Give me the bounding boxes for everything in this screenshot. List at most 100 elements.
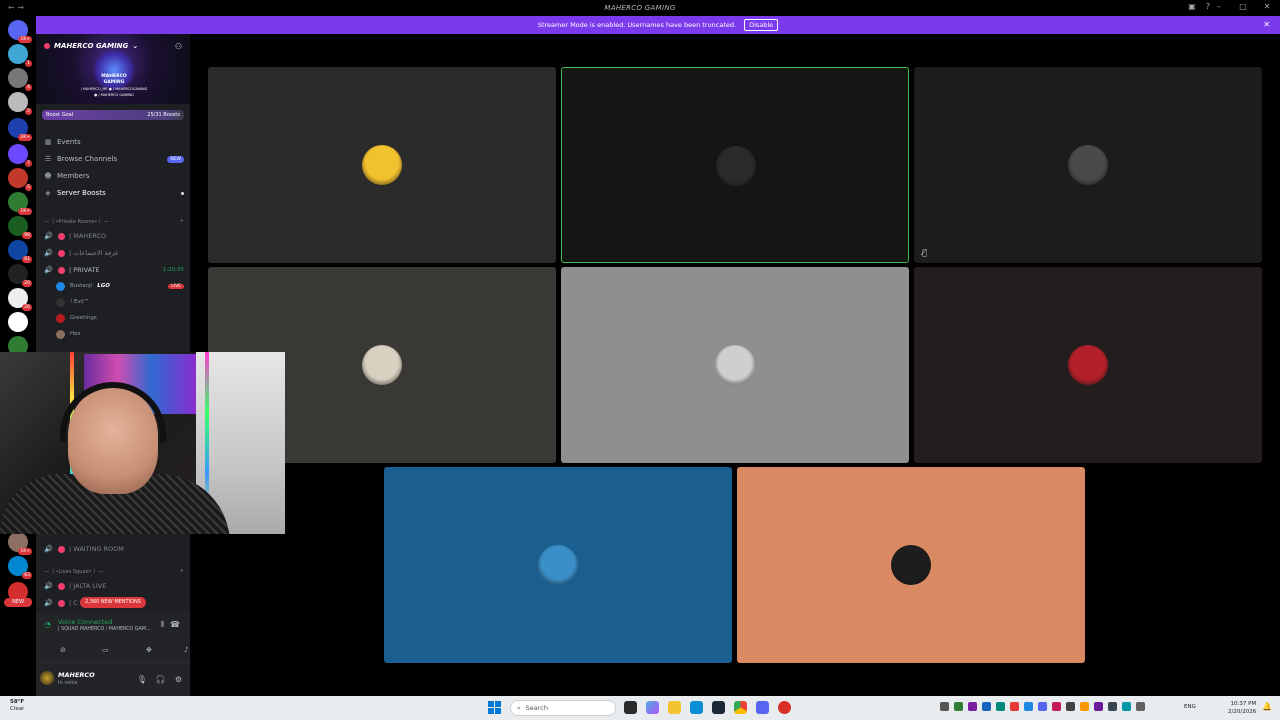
noise-suppression-icon[interactable]: ⫴ (161, 620, 164, 630)
edge-icon[interactable] (690, 701, 703, 714)
muted-mic-icon: 🎙̸ (922, 248, 927, 257)
server-badge: 61 (22, 256, 32, 263)
voice-member[interactable]: Hex (56, 328, 184, 340)
speaker-icon: 🔊 (44, 545, 53, 553)
channel-category[interactable]: —｛ •Private Rooms• ｝— · + (44, 218, 184, 225)
maximize-button[interactable]: □ (1236, 2, 1250, 11)
taskbar-clock[interactable]: 10:37 PM 2/20/2026 (1228, 700, 1256, 716)
screen-share-icon[interactable]: ▭ (102, 646, 109, 654)
copilot-icon[interactable] (646, 701, 659, 714)
help-icon[interactable]: ? (1206, 2, 1210, 11)
signal-icon[interactable]: ◔ (44, 620, 51, 629)
steam-icon[interactable] (712, 701, 725, 714)
taskbar-search[interactable]: ⌕ Search (510, 700, 616, 716)
tray-icon[interactable] (996, 702, 1005, 711)
headphones-icon[interactable]: 🎧 (156, 675, 166, 684)
participant-tile[interactable] (561, 267, 909, 463)
activities-icon[interactable]: ✥ (146, 646, 152, 654)
sidebar-item-events[interactable]: ▦ Events (44, 135, 184, 149)
tray-icon[interactable] (1136, 702, 1145, 711)
boost-goal-bar[interactable]: Boost Goal 25/31 Boosts (42, 110, 184, 120)
server-name-header[interactable]: MAHERCO GAMING ⌄ (44, 42, 138, 50)
server-icon[interactable]: 26 (8, 288, 32, 311)
participant-tile[interactable]: 🎙̸ (914, 67, 1262, 263)
participant-tile[interactable] (208, 67, 556, 263)
inbox-icon[interactable]: ▣ (1188, 2, 1196, 11)
voice-channel-path[interactable]: | SQUAD MAHERCO / MAHERCO GAM... (58, 627, 150, 632)
server-icon[interactable]: 61 (8, 240, 32, 263)
voice-channel[interactable]: 🔊 | MAHERCO (44, 230, 184, 242)
server-icon[interactable]: 7 (8, 144, 32, 167)
sidebar-item-members[interactable]: ☻ Members (44, 169, 184, 183)
tray-icon[interactable] (1010, 702, 1019, 711)
avatar[interactable] (40, 671, 54, 685)
server-icon[interactable]: 63 (8, 556, 32, 579)
chrome-icon[interactable] (734, 701, 747, 714)
file-explorer-icon[interactable] (668, 701, 681, 714)
server-icon[interactable]: 2K+ (8, 118, 32, 141)
server-icon[interactable]: 1K+ (8, 192, 32, 215)
channel-emoji-icon (58, 249, 65, 257)
voice-member[interactable]: Greetings (56, 312, 184, 324)
tray-icon[interactable] (940, 702, 949, 711)
add-channel-icon[interactable]: + (180, 568, 184, 575)
disconnect-icon[interactable]: ☎ (170, 620, 180, 629)
camera-off-icon[interactable]: ⊘ (60, 646, 66, 654)
gear-icon[interactable]: ⚙ (175, 675, 182, 684)
brave-icon[interactable] (778, 701, 791, 714)
disable-streamer-mode-button[interactable]: Disable (744, 19, 779, 31)
tray-icon[interactable] (1108, 702, 1117, 711)
participant-tile[interactable] (384, 467, 732, 663)
banner-close-icon[interactable]: ✕ (1263, 20, 1270, 29)
voice-channel[interactable]: 🔊 | PRIVATE 1:20:35 (44, 264, 184, 276)
notification-bell-icon[interactable]: 🔔 (1262, 702, 1272, 711)
username[interactable]: MAHERCO (58, 671, 95, 679)
sidebar-item-server-boosts[interactable]: ◈ Server Boosts (44, 186, 184, 200)
voice-channel[interactable]: 🔊 | JALTA LIVE (44, 580, 184, 592)
participant-tile[interactable] (561, 67, 909, 263)
tray-icon[interactable] (1122, 702, 1131, 711)
tray-icon[interactable] (1024, 702, 1033, 711)
start-button[interactable] (488, 701, 502, 715)
server-icon[interactable]: 2 (8, 92, 32, 115)
weather-widget[interactable]: 58°F Clear (10, 699, 24, 713)
nav-arrows[interactable]: ← → (8, 3, 24, 12)
server-icon[interactable]: 20 (8, 264, 32, 287)
microphone-icon[interactable]: 🎙 (137, 675, 147, 684)
voice-status[interactable]: Voice Connected (58, 618, 112, 626)
task-view-icon[interactable] (624, 701, 637, 714)
tray-icon[interactable] (954, 702, 963, 711)
tray-icon[interactable] (982, 702, 991, 711)
participant-tile[interactable] (914, 267, 1262, 463)
minimize-button[interactable]: – (1212, 2, 1226, 11)
tray-icon[interactable] (968, 702, 977, 711)
voice-member[interactable]: ! Evil™ (56, 296, 184, 308)
voice-channel[interactable]: 🔊 | غرفة الاجتماعات (44, 247, 184, 259)
server-icon[interactable]: 1K+ (8, 20, 32, 43)
close-button[interactable]: ✕ (1260, 2, 1274, 11)
channel-category[interactable]: —｛ •Lives Squad• ｝— · + (44, 568, 184, 575)
add-channel-icon[interactable]: + (180, 218, 184, 225)
server-icon[interactable]: 4 (8, 68, 32, 91)
invite-icon[interactable]: ⚇ (175, 42, 182, 51)
server-icon[interactable] (8, 312, 28, 332)
tray-icon[interactable] (1080, 702, 1089, 711)
input-language[interactable]: ENG (1184, 704, 1196, 710)
new-mentions-pill[interactable]: 2,360 NEW MENTIONS (80, 597, 146, 608)
new-badge[interactable]: NEW (4, 598, 32, 607)
tray-icon[interactable] (1052, 702, 1061, 711)
soundboard-icon[interactable]: ♪ (184, 646, 188, 654)
server-icon[interactable]: 1 (8, 44, 32, 67)
server-icon[interactable]: 98 (8, 216, 32, 239)
server-icon[interactable]: 1K+ (8, 532, 32, 555)
tray-icon[interactable] (1094, 702, 1103, 711)
voice-member[interactable]: Bustanji LGO LIVE (56, 280, 184, 292)
tray-icon[interactable] (1038, 702, 1047, 711)
sidebar-item-browse-channels[interactable]: ☰ Browse Channels NEW (44, 152, 184, 166)
participant-tile[interactable] (737, 467, 1085, 663)
voice-channel[interactable]: 🔊 | WAITING ROOM (44, 543, 184, 555)
server-badge: 63 (22, 572, 32, 579)
tray-icon[interactable] (1066, 702, 1075, 711)
discord-icon[interactable] (756, 701, 769, 714)
server-icon[interactable]: 5 (8, 168, 32, 191)
